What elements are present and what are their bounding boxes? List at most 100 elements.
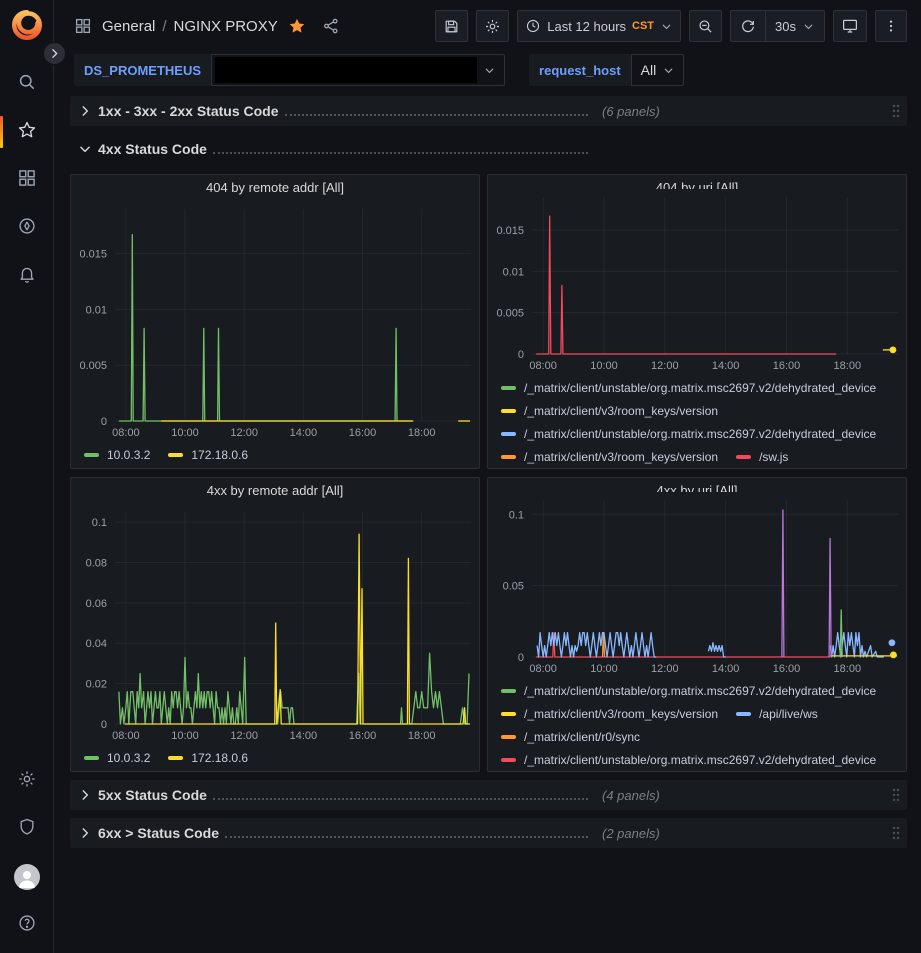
svg-text:0: 0 xyxy=(518,349,524,361)
tv-mode-button[interactable] xyxy=(833,10,867,42)
ds-prometheus-value-dropdown[interactable] xyxy=(211,54,505,86)
sidebar-item-profile[interactable] xyxy=(0,853,54,901)
row-header-1xx-3xx-2xx[interactable]: 1xx - 3xx - 2xx Status Code (6 panels) xyxy=(70,96,907,126)
svg-text:08:00: 08:00 xyxy=(529,663,557,675)
ds-prometheus-label[interactable]: DS_PROMETHEUS xyxy=(74,54,211,86)
svg-text:08:00: 08:00 xyxy=(112,730,140,742)
legend-item[interactable]: /_matrix/client/unstable/org.matrix.msc2… xyxy=(501,427,876,441)
legend-item[interactable]: /_matrix/client/v3/room_keys/version xyxy=(501,404,718,418)
dashboards-icon xyxy=(17,168,37,193)
chart-404-by-uri[interactable]: 00.0050.010.01508:0010:0012:0014:0016:00… xyxy=(488,189,906,374)
panel-title[interactable]: 404 by uri [All] xyxy=(488,175,906,189)
chevron-right-icon xyxy=(78,826,92,840)
time-picker-button[interactable]: Last 12 hours CST xyxy=(517,10,681,42)
legend-item[interactable]: /_matrix/client/unstable/org.matrix.msc2… xyxy=(501,753,876,767)
legend-item[interactable]: /_matrix/client/v3/room_keys/version xyxy=(501,450,718,464)
legend-item[interactable]: /_matrix/client/unstable/org.matrix.msc2… xyxy=(501,684,876,698)
sidebar-item-configuration[interactable] xyxy=(0,757,54,805)
refresh-icon xyxy=(740,18,756,34)
sidebar-item-help[interactable] xyxy=(0,901,54,949)
request-host-label[interactable]: request_host xyxy=(529,54,631,86)
row-drag-handle[interactable] xyxy=(891,787,901,803)
panel-title[interactable]: 4xx by uri [All] xyxy=(488,478,906,492)
breadcrumb-section[interactable]: General xyxy=(102,18,155,35)
legend-row: /_matrix/client/unstable/org.matrix.msc2… xyxy=(501,748,896,771)
avatar xyxy=(14,864,40,890)
legend-item[interactable]: 172.18.0.6 xyxy=(168,751,248,765)
chart-4xx-by-remote-addr[interactable]: 00.020.040.060.080.108:0010:0012:0014:00… xyxy=(71,504,479,744)
legend-item[interactable]: 172.18.0.6 xyxy=(168,448,248,462)
row-leader-dots xyxy=(285,114,588,116)
row-title: 5xx Status Code xyxy=(98,787,207,803)
chart-canvas: 00.050.108:0010:0012:0014:0016:0018:00 xyxy=(488,492,906,677)
svg-text:0.1: 0.1 xyxy=(92,517,107,529)
save-dashboard-button[interactable] xyxy=(435,10,468,42)
sidebar-item-starred[interactable] xyxy=(0,108,54,156)
chart-legend: 10.0.3.2 172.18.0.6 xyxy=(71,744,479,769)
legend-label: /_matrix/client/unstable/org.matrix.msc2… xyxy=(524,753,876,767)
row-header-4xx[interactable]: 4xx Status Code xyxy=(70,134,907,164)
row-header-6xx[interactable]: 6xx > Status Code (2 panels) xyxy=(70,818,907,848)
favorite-star-icon[interactable] xyxy=(288,17,306,35)
svg-text:18:00: 18:00 xyxy=(834,663,862,675)
legend-item[interactable]: /sw.js xyxy=(736,450,788,464)
chart-4xx-by-uri[interactable]: 00.050.108:0010:0012:0014:0016:0018:00 xyxy=(488,492,906,677)
sidebar-item-server-admin[interactable] xyxy=(0,805,54,853)
svg-text:10:00: 10:00 xyxy=(171,427,199,439)
request-host-value-dropdown[interactable]: All xyxy=(631,54,685,86)
chart-canvas: 00.0050.010.01508:0010:0012:0014:0016:00… xyxy=(488,189,906,374)
variables-row: DS_PROMETHEUS request_host All xyxy=(54,52,921,92)
star-icon xyxy=(17,120,37,145)
legend-row: /_matrix/client/r0/sync xyxy=(501,725,896,748)
legend-item[interactable]: /_matrix/client/r0/sync xyxy=(501,730,640,744)
legend-swatch xyxy=(501,712,516,716)
panel-title[interactable]: 4xx by remote addr [All] xyxy=(71,478,479,504)
grafana-logo[interactable] xyxy=(10,8,44,42)
svg-text:16:00: 16:00 xyxy=(773,360,801,372)
svg-text:0.005: 0.005 xyxy=(79,360,107,372)
legend-item[interactable]: /_matrix/client/v3/room_keys/version xyxy=(501,707,718,721)
sidebar-item-explore[interactable] xyxy=(0,204,54,252)
legend-item[interactable]: /_matrix/client/unstable/org.matrix.msc2… xyxy=(501,381,876,395)
row-drag-handle[interactable] xyxy=(891,825,901,841)
share-icon[interactable] xyxy=(322,17,340,35)
redacted-value xyxy=(215,57,477,83)
sidebar-item-search[interactable] xyxy=(0,60,54,108)
svg-text:18:00: 18:00 xyxy=(834,360,862,372)
svg-text:0.01: 0.01 xyxy=(503,266,524,278)
legend-swatch xyxy=(84,756,99,760)
row-header-5xx[interactable]: 5xx Status Code (4 panels) xyxy=(70,780,907,810)
breadcrumb-title[interactable]: NGINX PROXY xyxy=(174,18,278,35)
refresh-interval-dropdown[interactable]: 30s xyxy=(765,11,824,41)
row-drag-handle[interactable] xyxy=(891,103,901,119)
variable-request-host: request_host All xyxy=(529,54,684,86)
sidebar-item-dashboards[interactable] xyxy=(0,156,54,204)
panel-title[interactable]: 404 by remote addr [All] xyxy=(71,175,479,201)
bell-icon xyxy=(17,264,37,289)
zoom-out-button[interactable] xyxy=(689,10,722,42)
svg-text:0.015: 0.015 xyxy=(79,249,107,261)
legend-item[interactable]: 10.0.3.2 xyxy=(84,751,150,765)
chart-404-by-remote-addr[interactable]: 00.0050.010.01508:0010:0012:0014:0016:00… xyxy=(71,201,479,441)
chart-legend: /_matrix/client/unstable/org.matrix.msc2… xyxy=(488,374,906,468)
legend-swatch xyxy=(501,689,516,693)
legend-swatch xyxy=(736,712,751,716)
chart-canvas: 00.0050.010.01508:0010:0012:0014:0016:00… xyxy=(71,201,479,441)
svg-text:0.04: 0.04 xyxy=(86,638,107,650)
svg-text:10:00: 10:00 xyxy=(590,360,618,372)
legend-item[interactable]: /api/live/ws xyxy=(736,707,818,721)
legend-label: 172.18.0.6 xyxy=(191,448,248,462)
kebab-menu-button[interactable] xyxy=(875,10,907,42)
dashboard-settings-button[interactable] xyxy=(476,10,509,42)
legend-label: /_matrix/client/unstable/org.matrix.msc2… xyxy=(524,381,876,395)
row-leader-dots xyxy=(213,798,588,800)
refresh-button[interactable] xyxy=(731,11,765,41)
legend-row: /_matrix/client/v3/room_keys/version/api… xyxy=(501,702,896,725)
sidebar-expand-button[interactable] xyxy=(43,42,66,65)
sidebar-item-alerting[interactable] xyxy=(0,252,54,300)
legend-swatch xyxy=(736,455,751,459)
svg-text:16:00: 16:00 xyxy=(773,663,801,675)
legend-label: /_matrix/client/unstable/org.matrix.msc2… xyxy=(524,684,876,698)
legend-item[interactable]: 10.0.3.2 xyxy=(84,448,150,462)
svg-text:0.02: 0.02 xyxy=(86,679,107,691)
